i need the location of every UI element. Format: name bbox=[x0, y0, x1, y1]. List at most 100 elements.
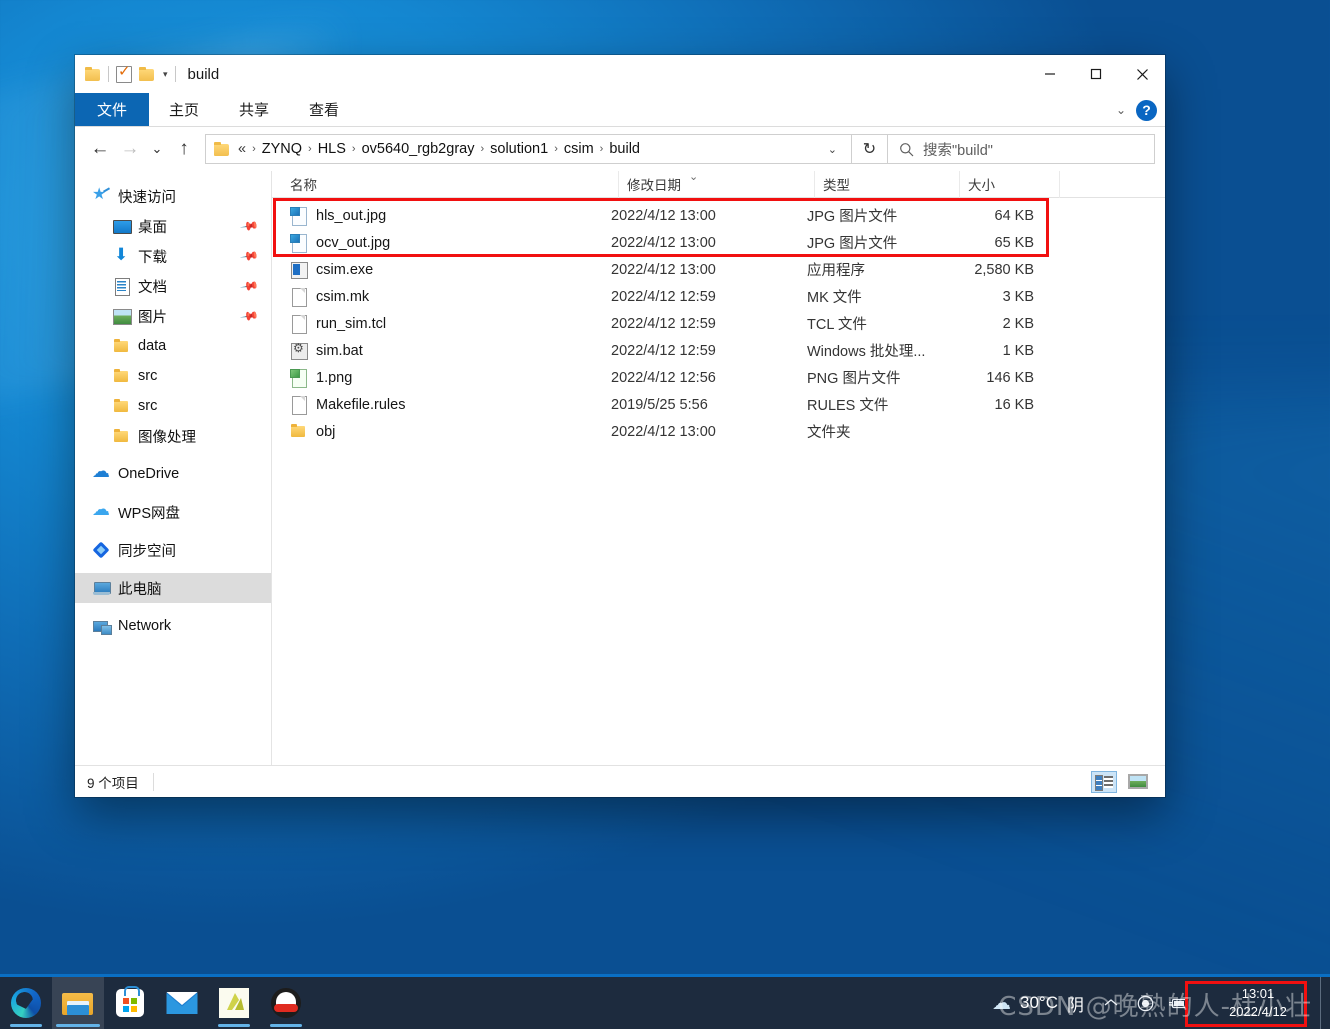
large-icons-view-button[interactable] bbox=[1125, 771, 1151, 793]
breadcrumb-item-build[interactable]: build bbox=[604, 141, 645, 157]
table-row[interactable]: sim.bat 2022/4/12 12:59 Windows 批处理... 1… bbox=[272, 337, 1165, 364]
show-hidden-icons-button[interactable] bbox=[1094, 977, 1128, 1029]
taskbar-app-mail[interactable] bbox=[156, 977, 208, 1029]
navigation-pane: 快速访问 桌面 📌 下载 📌 文档 📌 图片 📌 bbox=[75, 171, 272, 765]
taskbar-app-edge[interactable] bbox=[0, 977, 52, 1029]
minimize-button[interactable] bbox=[1027, 55, 1073, 93]
tab-file[interactable]: 文件 bbox=[75, 93, 150, 126]
star-icon bbox=[92, 184, 110, 205]
sidebar-item-network[interactable]: Network bbox=[75, 611, 271, 641]
sidebar-item-src-1[interactable]: src bbox=[75, 361, 271, 391]
autodesk-icon bbox=[219, 988, 249, 1018]
properties-icon[interactable] bbox=[116, 63, 132, 83]
taskbar-app-microsoft-store[interactable] bbox=[104, 977, 156, 1029]
file-date: 2022/4/12 12:59 bbox=[611, 315, 716, 332]
sidebar-item-desktop[interactable]: 桌面 📌 bbox=[75, 211, 271, 241]
help-button[interactable]: ? bbox=[1136, 99, 1157, 121]
pin-icon[interactable]: 📌 bbox=[239, 306, 259, 326]
this-pc-icon bbox=[93, 580, 111, 597]
sidebar-item-label: 图像处理 bbox=[138, 429, 196, 446]
column-header-date[interactable]: 修改日期 bbox=[619, 170, 815, 198]
sidebar-item-label: 同步空间 bbox=[118, 543, 176, 560]
sidebar-item-downloads[interactable]: 下载 📌 bbox=[75, 241, 271, 271]
sidebar-item-label: data bbox=[138, 338, 167, 354]
file-name: ocv_out.jpg bbox=[316, 234, 391, 251]
sidebar-item-src-2[interactable]: src bbox=[75, 391, 271, 421]
sidebar-item-quick-access[interactable]: 快速访问 bbox=[75, 181, 271, 211]
folder-icon[interactable] bbox=[85, 67, 101, 81]
file-list[interactable]: hls_out.jpg 2022/4/12 13:00 JPG 图片文件 64 … bbox=[272, 198, 1165, 765]
breadcrumb-item-csim[interactable]: csim bbox=[559, 141, 599, 157]
sidebar-item-image-processing[interactable]: 图像处理 bbox=[75, 421, 271, 451]
large-icons-view-icon bbox=[1128, 774, 1148, 789]
chevron-down-icon[interactable]: ⌄ bbox=[1116, 103, 1126, 117]
breadcrumb-item-solution1[interactable]: solution1 bbox=[485, 141, 553, 157]
breadcrumb-overflow[interactable]: « bbox=[232, 141, 251, 157]
blank-file-icon bbox=[290, 395, 307, 415]
up-button[interactable]: ↑ bbox=[169, 134, 199, 164]
sidebar-item-label: src bbox=[138, 398, 158, 414]
network-icon bbox=[93, 618, 112, 635]
column-header-type[interactable]: 类型 bbox=[815, 170, 960, 198]
maximize-button[interactable] bbox=[1073, 55, 1119, 93]
sidebar-item-wps-cloud[interactable]: WPS网盘 bbox=[75, 497, 271, 527]
back-button[interactable]: ← bbox=[85, 134, 115, 164]
table-row[interactable]: csim.mk 2022/4/12 12:59 MK 文件 3 KB bbox=[272, 283, 1165, 310]
pin-icon[interactable]: 📌 bbox=[239, 276, 259, 296]
tab-home[interactable]: 主页 bbox=[149, 93, 219, 126]
taskbar-app-qq[interactable] bbox=[260, 977, 312, 1029]
new-folder-icon[interactable] bbox=[139, 67, 155, 81]
details-view-button[interactable] bbox=[1091, 770, 1117, 793]
sidebar-item-onedrive[interactable]: OneDrive bbox=[75, 459, 271, 489]
table-row[interactable]: csim.exe 2022/4/12 13:00 应用程序 2,580 KB bbox=[272, 256, 1165, 283]
taskbar-app-file-explorer[interactable] bbox=[52, 977, 104, 1029]
table-row[interactable]: ocv_out.jpg 2022/4/12 13:00 JPG 图片文件 65 … bbox=[272, 229, 1165, 256]
recording-indicator-icon[interactable] bbox=[1128, 977, 1162, 1029]
search-input[interactable]: 搜索"build" bbox=[887, 134, 1155, 164]
table-row[interactable]: hls_out.jpg 2022/4/12 13:00 JPG 图片文件 64 … bbox=[272, 202, 1165, 229]
file-type: 文件夹 bbox=[807, 425, 851, 441]
pin-icon[interactable]: 📌 bbox=[239, 216, 259, 236]
clock[interactable]: 13:01 2022/4/12 bbox=[1196, 977, 1320, 1029]
chevron-down-icon[interactable]: ⌄ bbox=[820, 143, 845, 156]
system-tray: ☁ 30°C 阴 13:01 2022/4/12 bbox=[982, 977, 1330, 1029]
file-type: JPG 图片文件 bbox=[807, 236, 898, 252]
pin-icon[interactable]: 📌 bbox=[239, 246, 259, 266]
forward-button[interactable]: → bbox=[115, 134, 145, 164]
column-header-size[interactable]: 大小 bbox=[960, 170, 1060, 198]
weather-widget[interactable]: ☁ 30°C 阴 bbox=[982, 991, 1094, 1016]
address-bar[interactable]: « › ZYNQ › HLS › ov5640_rgb2gray › solut… bbox=[205, 134, 852, 164]
sidebar-item-pictures[interactable]: 图片 📌 bbox=[75, 301, 271, 331]
sidebar-item-label: 文档 bbox=[138, 279, 167, 296]
recent-locations-button[interactable]: ⌄ bbox=[145, 134, 169, 164]
qq-icon bbox=[271, 988, 301, 1018]
file-type: PNG 图片文件 bbox=[807, 371, 901, 387]
column-header-name[interactable]: 名称 bbox=[286, 170, 619, 198]
table-row[interactable]: run_sim.tcl 2022/4/12 12:59 TCL 文件 2 KB bbox=[272, 310, 1165, 337]
table-row[interactable]: obj 2022/4/12 13:00 文件夹 bbox=[272, 418, 1165, 445]
file-type: RULES 文件 bbox=[807, 398, 889, 414]
sidebar-item-sync-space[interactable]: 同步空间 bbox=[75, 535, 271, 565]
png-file-icon bbox=[290, 368, 307, 388]
show-desktop-button[interactable] bbox=[1320, 977, 1330, 1029]
table-row[interactable]: 1.png 2022/4/12 12:56 PNG 图片文件 146 KB bbox=[272, 364, 1165, 391]
table-row[interactable]: Makefile.rules 2019/5/25 5:56 RULES 文件 1… bbox=[272, 391, 1165, 418]
taskbar-app-autodesk[interactable] bbox=[208, 977, 260, 1029]
divider bbox=[108, 66, 109, 82]
sidebar-item-data[interactable]: data bbox=[75, 331, 271, 361]
sidebar-item-this-pc[interactable]: 此电脑 bbox=[75, 573, 271, 603]
refresh-button[interactable]: ↻ bbox=[852, 134, 888, 164]
sidebar-item-label: OneDrive bbox=[118, 466, 180, 482]
breadcrumb-item-hls[interactable]: HLS bbox=[313, 141, 351, 157]
tab-share[interactable]: 共享 bbox=[219, 93, 289, 126]
file-date: 2022/4/12 13:00 bbox=[611, 207, 716, 224]
battery-icon[interactable] bbox=[1162, 977, 1196, 1029]
close-button[interactable] bbox=[1119, 55, 1165, 93]
breadcrumb-item-zynq[interactable]: ZYNQ bbox=[257, 141, 307, 157]
tab-view[interactable]: 查看 bbox=[289, 93, 359, 126]
breadcrumb-item-ov5640[interactable]: ov5640_rgb2gray bbox=[357, 141, 480, 157]
sidebar-item-documents[interactable]: 文档 📌 bbox=[75, 271, 271, 301]
chevron-down-icon[interactable]: ▾ bbox=[163, 69, 168, 79]
